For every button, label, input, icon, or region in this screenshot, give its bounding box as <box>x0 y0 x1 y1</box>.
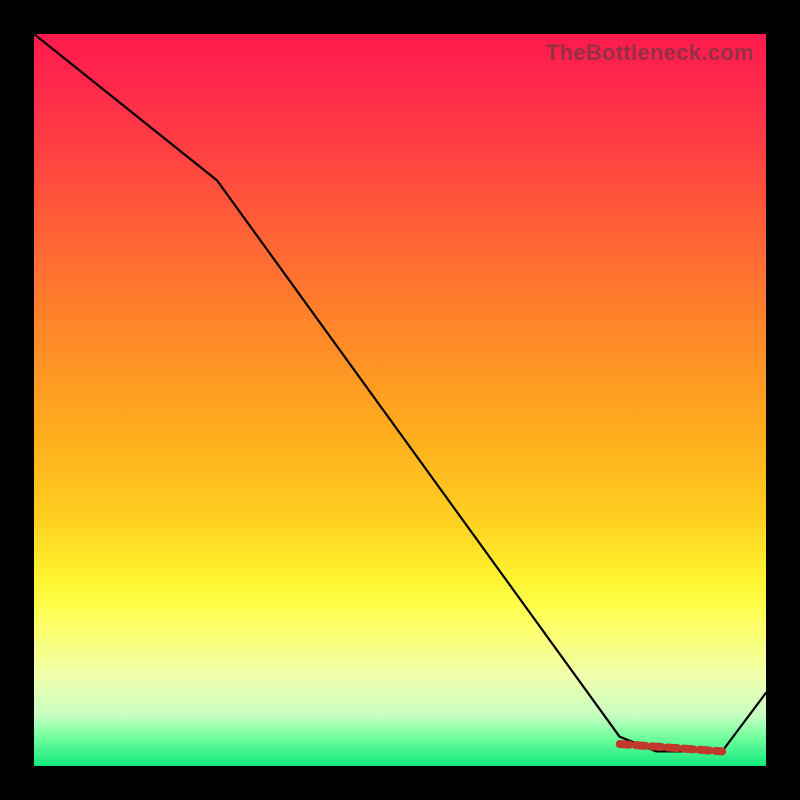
chart-plot-area: TheBottleneck.com <box>34 34 766 766</box>
watermark-text: TheBottleneck.com <box>546 40 754 66</box>
chart-curve <box>34 34 766 766</box>
chart-container: TheBottleneck.com <box>0 0 800 800</box>
